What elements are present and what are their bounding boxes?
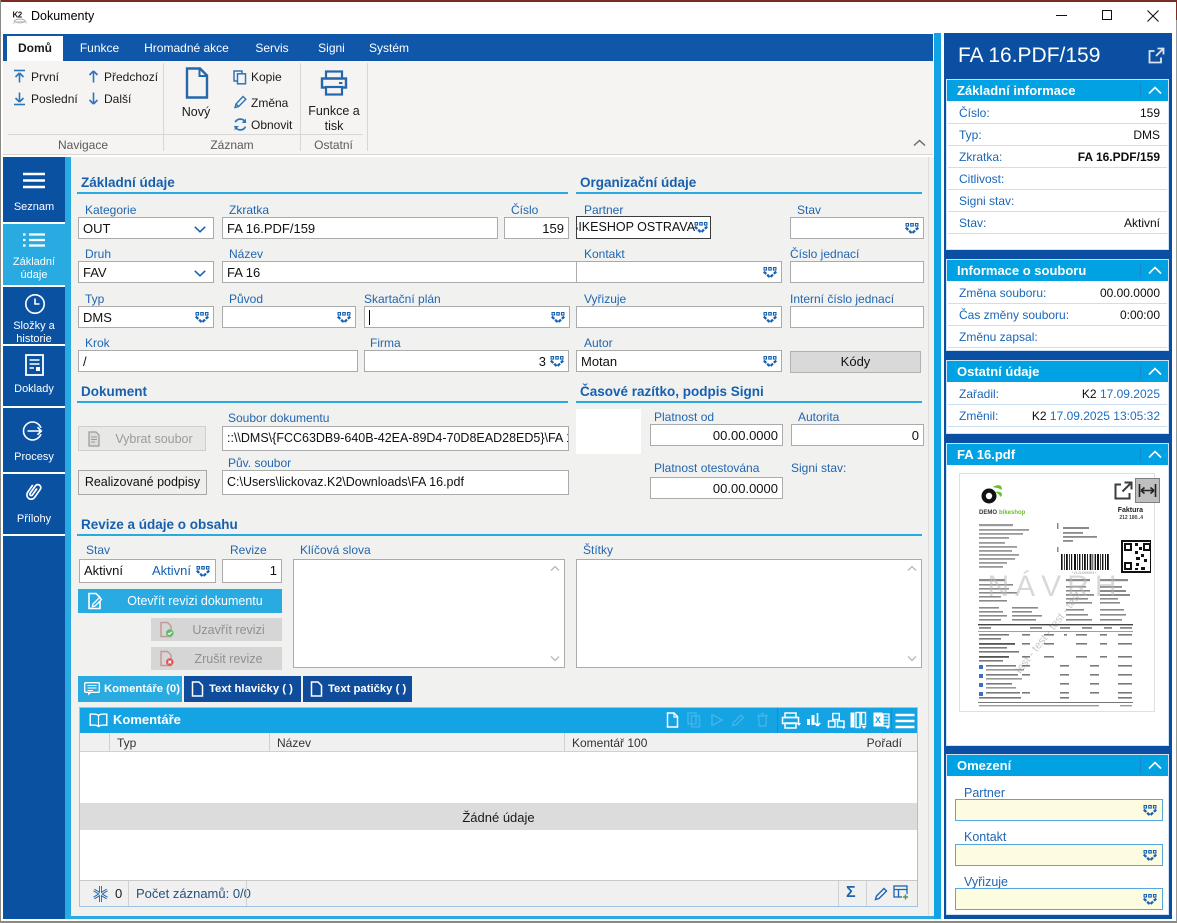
svg-text:212 180..4: 212 180..4: [1119, 515, 1143, 521]
svg-text:K2: K2: [13, 11, 23, 20]
svg-text:DEMO: DEMO: [979, 510, 997, 516]
svg-text:bikeshop: bikeshop: [999, 510, 1026, 516]
svg-text:NÁVRH: NÁVRH: [987, 570, 1122, 603]
svg-text:X: X: [875, 715, 881, 725]
svg-text:Faktura: Faktura: [1118, 507, 1143, 514]
